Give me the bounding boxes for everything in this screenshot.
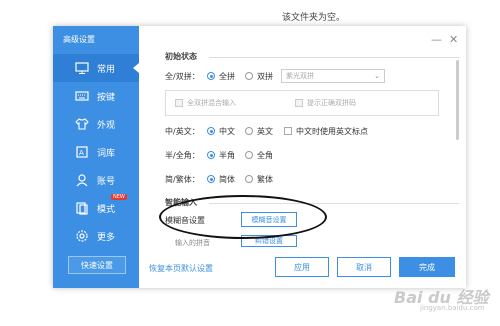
window-title: 高级设置 bbox=[63, 35, 95, 44]
sidebar-item-common[interactable]: 常用 bbox=[53, 54, 139, 82]
full-pinyin-radio[interactable] bbox=[207, 72, 215, 80]
mixed-input-label: 全双拼混合输入 bbox=[187, 99, 236, 107]
user-icon bbox=[76, 174, 88, 187]
annotation-ellipse bbox=[159, 195, 327, 239]
sidebar-item-label: 按键 bbox=[97, 93, 116, 103]
sidebar-item-label: 词库 bbox=[97, 149, 116, 159]
full-double-label: 全/双拼： bbox=[165, 72, 200, 81]
en-punct-label: 中文时使用英文标点 bbox=[296, 127, 368, 136]
cn-en-label: 中/英文： bbox=[165, 127, 200, 136]
mode-icon bbox=[76, 202, 88, 215]
traditional-radio[interactable] bbox=[245, 175, 253, 183]
quick-setup-button[interactable]: 快速设置 bbox=[68, 256, 126, 274]
baidu-watermark-url: jingyan.baidu.com bbox=[420, 304, 485, 312]
footer-bar: 恢复本页默认设置 应用 取消 完成 bbox=[139, 250, 466, 288]
sidebar-item-account[interactable]: 账号 bbox=[53, 166, 139, 194]
english-label: 英文 bbox=[257, 127, 273, 136]
half-width-radio[interactable] bbox=[207, 151, 215, 159]
svg-text:A: A bbox=[79, 149, 84, 157]
restore-defaults-link[interactable]: 恢复本页默认设置 bbox=[149, 263, 213, 274]
chinese-label: 中文 bbox=[219, 127, 235, 136]
cancel-button[interactable]: 取消 bbox=[337, 257, 391, 277]
section-divider bbox=[209, 57, 459, 58]
half-full-label: 半/全角： bbox=[165, 151, 200, 160]
sidebar-item-label: 更多 bbox=[97, 233, 116, 243]
monitor-icon bbox=[75, 62, 89, 74]
sidebar-item-dictionary[interactable]: A 词库 bbox=[53, 138, 139, 166]
simplified-label: 简体 bbox=[219, 175, 235, 184]
double-scheme-select[interactable]: 紫光双拼 ⌄ bbox=[281, 69, 385, 83]
double-scheme-value: 紫光双拼 bbox=[286, 72, 314, 80]
shirt-icon bbox=[75, 118, 89, 130]
full-pinyin-label: 全拼 bbox=[219, 72, 235, 81]
ok-button[interactable]: 完成 bbox=[399, 257, 455, 277]
scrollbar[interactable] bbox=[456, 60, 459, 140]
sidebar-item-label: 模式 bbox=[97, 205, 116, 215]
double-pinyin-label: 双拼 bbox=[257, 72, 273, 81]
double-pinyin-radio[interactable] bbox=[245, 72, 253, 80]
minimize-icon[interactable]: — bbox=[431, 33, 442, 46]
show-correct-checkbox[interactable] bbox=[295, 99, 303, 107]
chinese-radio[interactable] bbox=[207, 127, 215, 135]
close-icon[interactable]: ✕ bbox=[449, 33, 458, 46]
initial-state-title: 初始状态 bbox=[165, 52, 197, 61]
settings-content: — ✕ 初始状态 全/双拼： 全拼 双拼 紫光双拼 ⌄ 全双拼混合输入 提示正确… bbox=[139, 26, 466, 288]
sidebar-item-label: 常用 bbox=[97, 65, 116, 75]
folder-empty-text: 该文件夹为空。 bbox=[282, 13, 346, 23]
chevron-down-icon: ⌄ bbox=[374, 72, 380, 80]
sidebar-item-keys[interactable]: 按键 bbox=[53, 82, 139, 110]
gear-icon bbox=[76, 230, 88, 242]
traditional-label: 繁体 bbox=[257, 175, 273, 184]
half-width-label: 半角 bbox=[219, 151, 235, 160]
sidebar-list: 常用 按键 外观 A 词库 账号 模式 NEW 更多 bbox=[53, 54, 139, 250]
sidebar-item-appearance[interactable]: 外观 bbox=[53, 110, 139, 138]
dictionary-icon: A bbox=[76, 146, 88, 158]
en-punct-checkbox[interactable] bbox=[284, 127, 292, 135]
sidebar-item-more[interactable]: 更多 bbox=[53, 222, 139, 250]
sidebar: 高级设置 常用 按键 外观 A 词库 账号 模式 NEW 更多 快速设置 bbox=[53, 26, 139, 288]
partial-input-label: 输入的拼音 bbox=[175, 239, 210, 247]
full-width-radio[interactable] bbox=[245, 151, 253, 159]
show-correct-label: 提示正确双拼码 bbox=[307, 99, 356, 107]
sidebar-item-mode[interactable]: 模式 NEW bbox=[53, 194, 139, 222]
simplified-radio[interactable] bbox=[207, 175, 215, 183]
advanced-settings-window: 高级设置 常用 按键 外观 A 词库 账号 模式 NEW 更多 快速设置 — ✕… bbox=[53, 26, 466, 288]
simp-trad-label: 简/繁体： bbox=[165, 175, 200, 184]
full-width-label: 全角 bbox=[257, 151, 273, 160]
apply-button[interactable]: 应用 bbox=[275, 257, 329, 277]
new-badge: NEW bbox=[111, 194, 127, 200]
sidebar-item-label: 外观 bbox=[97, 121, 116, 131]
sidebar-item-label: 账号 bbox=[97, 177, 116, 187]
mixed-input-checkbox[interactable] bbox=[175, 99, 183, 107]
english-radio[interactable] bbox=[245, 127, 253, 135]
keyboard-icon bbox=[75, 91, 89, 101]
